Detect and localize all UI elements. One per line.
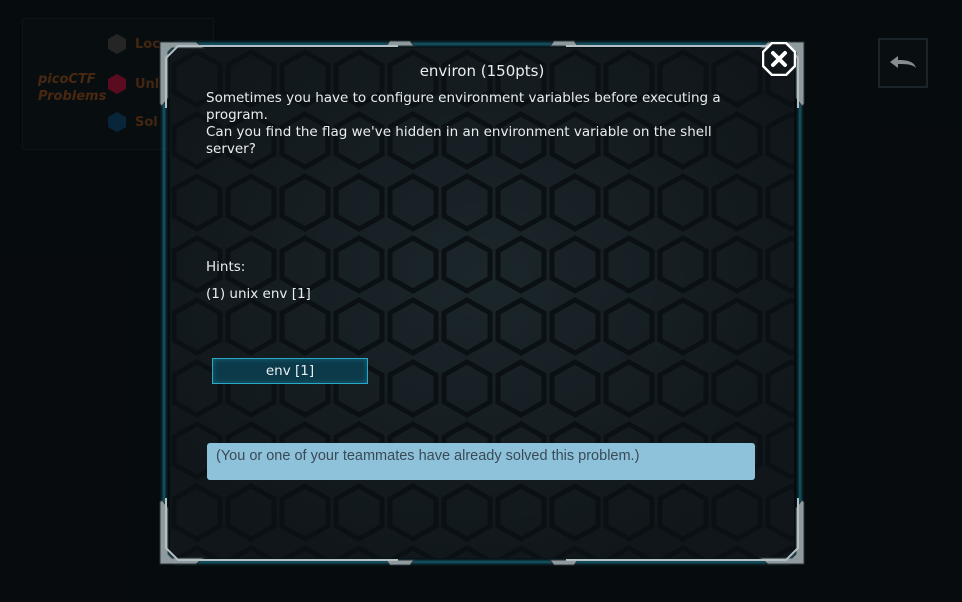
modal-frame (159, 40, 805, 566)
problem-modal: environ (150pts) Sometimes you have to c… (158, 38, 806, 568)
close-icon (761, 41, 797, 77)
close-button[interactable] (761, 41, 797, 77)
